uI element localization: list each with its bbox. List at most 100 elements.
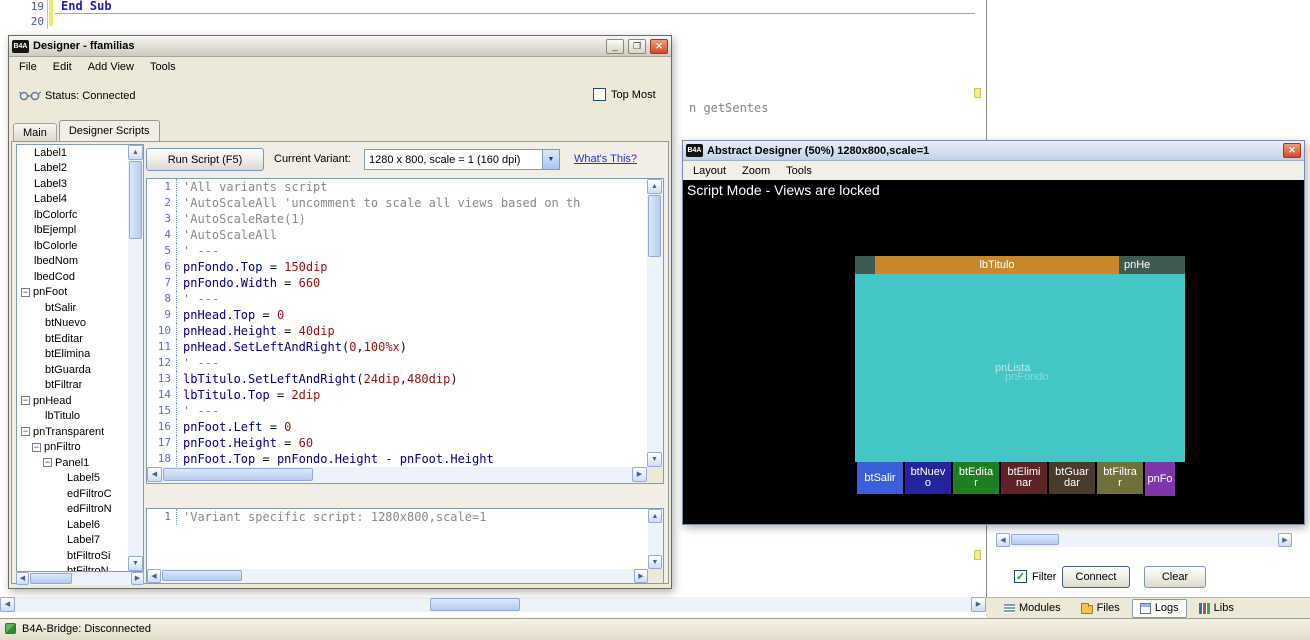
- tree-item-pntransparent[interactable]: −pnTransparent: [17, 424, 129, 440]
- ide-horizontal-scrollbar[interactable]: ◀ ▶: [0, 597, 986, 612]
- tab-libs[interactable]: Libs: [1191, 599, 1242, 618]
- tree-item-pnhead[interactable]: −pnHead: [17, 393, 129, 409]
- preview-btelimi-nar[interactable]: btElimi nar: [1001, 462, 1047, 494]
- scroll-up-icon[interactable]: ▲: [648, 509, 662, 523]
- scroll-left-icon[interactable]: ◀: [147, 569, 161, 583]
- tree-vscroll-thumb[interactable]: [129, 161, 142, 239]
- scroll-right-icon[interactable]: ▶: [632, 467, 647, 482]
- tree-item-label3[interactable]: Label3: [17, 176, 129, 192]
- menu-item-file[interactable]: File: [11, 59, 45, 75]
- script-editor-lines[interactable]: 1'All variants script2'AutoScaleAll 'unc…: [147, 179, 647, 467]
- code-text[interactable]: pnFoot.Top = pnFondo.Height - pnFoot.Hei…: [177, 451, 494, 467]
- menu-item-add-view[interactable]: Add View: [80, 59, 142, 75]
- collapse-icon[interactable]: −: [21, 396, 30, 405]
- tree-item-bteditar[interactable]: btEditar: [17, 331, 129, 347]
- minimize-button[interactable]: _: [606, 39, 624, 54]
- code-text[interactable]: 'AutoScaleAll 'uncomment to scale all vi…: [177, 195, 580, 211]
- menu-item-tools[interactable]: Tools: [142, 59, 184, 75]
- code-text[interactable]: ' ---: [177, 243, 219, 259]
- editor-hscroll-thumb[interactable]: [163, 468, 313, 481]
- preview-btsalir[interactable]: btSalir: [857, 462, 903, 494]
- tree-item-btfiltrosi[interactable]: btFiltroSi: [17, 548, 129, 564]
- collapse-icon[interactable]: −: [43, 458, 52, 467]
- clear-button[interactable]: Clear: [1144, 566, 1206, 588]
- variant-horizontal-scrollbar[interactable]: ◀ ▶: [147, 569, 648, 583]
- tree-vertical-scrollbar[interactable]: ▲ ▼: [128, 145, 143, 571]
- code-text[interactable]: pnHead.Height = 40dip: [177, 323, 335, 339]
- dropdown-arrow-button[interactable]: ▼: [542, 150, 559, 169]
- whats-this-link[interactable]: What's This?: [574, 153, 637, 165]
- scroll-right-icon[interactable]: ▶: [1278, 533, 1292, 547]
- tab-main[interactable]: Main: [13, 123, 57, 141]
- menu-item-tools[interactable]: Tools: [778, 163, 820, 179]
- scroll-up-icon[interactable]: ▲: [647, 179, 662, 194]
- scroll-right-icon[interactable]: ▶: [131, 572, 144, 585]
- menu-item-zoom[interactable]: Zoom: [734, 163, 778, 179]
- code-text[interactable]: 'All variants script: [177, 179, 328, 195]
- code-text[interactable]: pnFoot.Height = 60: [177, 435, 313, 451]
- tab-modules[interactable]: Modules: [996, 599, 1069, 618]
- filter-checkbox[interactable]: [1014, 570, 1027, 583]
- tree-item-panel1[interactable]: −Panel1: [17, 455, 129, 471]
- tree-item-label6[interactable]: Label6: [17, 517, 129, 533]
- scroll-down-icon[interactable]: ▼: [128, 556, 143, 571]
- tree-item-lbednom[interactable]: lbedNom: [17, 254, 129, 270]
- tree-item-edfiltron[interactable]: edFiltroN: [17, 502, 129, 518]
- scroll-right-icon[interactable]: ▶: [634, 569, 648, 583]
- tree-item-label4[interactable]: Label4: [17, 192, 129, 208]
- connect-button[interactable]: Connect: [1062, 566, 1130, 588]
- tree-item-edfiltroc[interactable]: edFiltroC: [17, 486, 129, 502]
- tree-item-btguarda[interactable]: btGuarda: [17, 362, 129, 378]
- tree-item-btfiltrar[interactable]: btFiltrar: [17, 378, 129, 394]
- preview-btguar-dar[interactable]: btGuar dar: [1049, 462, 1095, 494]
- preview-pnfo[interactable]: pnFo: [1145, 462, 1175, 496]
- editor-vscroll-thumb[interactable]: [648, 195, 661, 257]
- tree-item-pnfoot[interactable]: −pnFoot: [17, 285, 129, 301]
- code-end-sub[interactable]: End Sub: [61, 0, 112, 13]
- scroll-left-icon[interactable]: ◀: [147, 467, 162, 482]
- collapse-icon[interactable]: −: [32, 443, 41, 452]
- code-text[interactable]: pnHead.Top = 0: [177, 307, 284, 323]
- tree-item-btsalir[interactable]: btSalir: [17, 300, 129, 316]
- editor-horizontal-scrollbar[interactable]: ◀ ▶: [147, 467, 647, 483]
- collapse-icon[interactable]: −: [21, 288, 30, 297]
- code-text[interactable]: lbTitulo.Top = 2dip: [177, 387, 320, 403]
- code-text[interactable]: pnFondo.Top = 150dip: [177, 259, 328, 275]
- tree-item-btelimina[interactable]: btElimina: [17, 347, 129, 363]
- scroll-left-icon[interactable]: ◀: [996, 533, 1010, 547]
- tree-item-lbcolorfc[interactable]: lbColorfc: [17, 207, 129, 223]
- preview-head-right[interactable]: pnHe: [1119, 256, 1185, 274]
- run-script-button[interactable]: Run Script (F5): [146, 148, 264, 171]
- topmost-checkbox[interactable]: [593, 88, 606, 101]
- scroll-right-icon[interactable]: ▶: [971, 597, 986, 612]
- abstract-canvas[interactable]: Script Mode - Views are locked lbTitulo …: [683, 180, 1304, 524]
- scroll-down-icon[interactable]: ▼: [648, 555, 662, 569]
- variant-hscroll-thumb[interactable]: [162, 570, 242, 581]
- preview-btedita-r[interactable]: btEdita r: [953, 462, 999, 494]
- code-text[interactable]: ' ---: [177, 355, 219, 371]
- code-text[interactable]: 'AutoScaleAll: [177, 227, 277, 243]
- tree-item-lbejempl[interactable]: lbEjempl: [17, 223, 129, 239]
- tree-item-label7[interactable]: Label7: [17, 533, 129, 549]
- tree-horizontal-scrollbar[interactable]: ◀ ▶: [16, 572, 144, 585]
- tree-item-lbedcod[interactable]: lbedCod: [17, 269, 129, 285]
- tree-item-pnfiltro[interactable]: −pnFiltro: [17, 440, 129, 456]
- tree-item-btfiltron[interactable]: btFiltroN: [17, 564, 129, 572]
- variant-dropdown[interactable]: 1280 x 800, scale = 1 (160 dpi) ▼: [364, 149, 560, 170]
- scroll-up-icon[interactable]: ▲: [128, 145, 143, 160]
- tab-designer-scripts[interactable]: Designer Scripts: [59, 120, 160, 141]
- code-text[interactable]: pnHead.SetLeftAndRight(0,100%x): [177, 339, 407, 355]
- menu-item-edit[interactable]: Edit: [45, 59, 80, 75]
- logs-hscroll-thumb[interactable]: [1011, 534, 1059, 545]
- collapse-icon[interactable]: −: [21, 427, 30, 436]
- tree-item-btnuevo[interactable]: btNuevo: [17, 316, 129, 332]
- editor-vertical-scrollbar[interactable]: ▲ ▼: [647, 179, 663, 467]
- preview-title-bar[interactable]: lbTitulo: [875, 256, 1119, 274]
- code-text[interactable]: ' ---: [177, 291, 219, 307]
- tree-item-label1[interactable]: Label1: [17, 145, 129, 161]
- menu-item-layout[interactable]: Layout: [685, 163, 734, 179]
- logs-horizontal-scrollbar[interactable]: ◀ ▶: [996, 533, 1292, 547]
- scroll-down-icon[interactable]: ▼: [647, 452, 662, 467]
- code-text[interactable]: pnFoot.Left = 0: [177, 419, 291, 435]
- code-text[interactable]: lbTitulo.SetLeftAndRight(24dip,480dip): [177, 371, 458, 387]
